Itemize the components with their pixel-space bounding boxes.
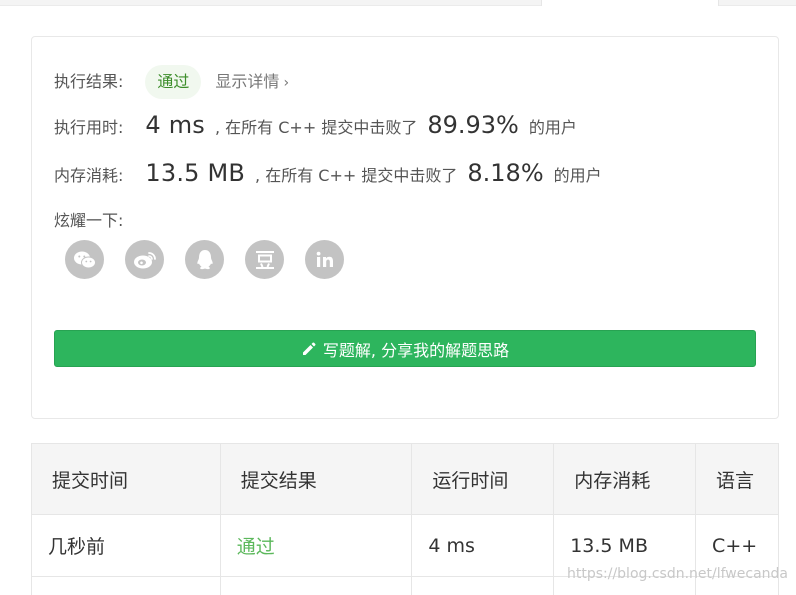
- memory-percent: 8.18%: [467, 159, 544, 187]
- memory-label: 内存消耗:: [54, 166, 124, 185]
- linkedin-icon[interactable]: [305, 240, 344, 279]
- share-label: 炫耀一下:: [54, 211, 124, 230]
- runtime-label: 执行用时:: [54, 118, 124, 137]
- cell-submit-time: 几秒前: [31, 514, 221, 577]
- show-details-link[interactable]: 显示详情 ›: [215, 68, 289, 92]
- column-header-memory[interactable]: 内存消耗: [553, 443, 697, 515]
- table-cell-empty: [31, 576, 221, 595]
- column-header-submit-time[interactable]: 提交时间: [31, 443, 221, 515]
- status-row: 执行结果: 通过 显示详情 ›: [54, 65, 289, 99]
- watermark: https://blog.csdn.net/lfwecanda: [566, 566, 788, 582]
- cell-result-link[interactable]: 通过: [219, 514, 413, 577]
- share-buttons: [65, 240, 344, 279]
- table-header-row: 提交时间 提交结果 运行时间 内存消耗 语言: [31, 443, 779, 515]
- share-label-row: 炫耀一下:: [54, 207, 123, 231]
- memory-text: , 在所有 C++ 提交中击败了: [255, 166, 458, 185]
- status-label: 执行结果:: [54, 72, 124, 91]
- memory-value: 13.5 MB: [145, 159, 246, 187]
- write-solution-button[interactable]: 写题解, 分享我的解题思路: [54, 330, 756, 367]
- qq-icon[interactable]: [185, 240, 224, 279]
- memory-users: 的用户: [553, 166, 602, 185]
- status-badge: 通过: [145, 65, 202, 99]
- column-header-language[interactable]: 语言: [695, 443, 779, 515]
- cell-runtime: 4 ms: [411, 514, 555, 577]
- chevron-right-icon: ›: [283, 75, 290, 91]
- runtime-users: 的用户: [528, 118, 577, 137]
- runtime-value: 4 ms: [145, 111, 205, 139]
- pencil-icon: [302, 342, 316, 355]
- runtime-row: 执行用时: 4 ms , 在所有 C++ 提交中击败了 89.93% 的用户: [54, 111, 577, 139]
- wechat-icon[interactable]: [65, 240, 104, 279]
- active-tab[interactable]: [541, 0, 719, 6]
- runtime-percent: 89.93%: [427, 111, 519, 139]
- table-cell-empty: [411, 576, 555, 595]
- column-header-runtime[interactable]: 运行时间: [411, 443, 555, 515]
- write-solution-label: 写题解, 分享我的解题思路: [322, 340, 510, 360]
- table-cell-empty: [219, 576, 413, 595]
- memory-row: 内存消耗: 13.5 MB , 在所有 C++ 提交中击败了 8.18% 的用户: [54, 159, 602, 187]
- show-details-label: 显示详情: [215, 72, 280, 91]
- weibo-icon[interactable]: [125, 240, 164, 279]
- douban-icon[interactable]: [245, 240, 284, 279]
- result-card: 执行结果: 通过 显示详情 › 执行用时: 4 ms , 在所有 C++ 提交中击…: [31, 36, 779, 419]
- runtime-text: , 在所有 C++ 提交中击败了: [215, 118, 418, 137]
- column-header-result[interactable]: 提交结果: [219, 443, 413, 515]
